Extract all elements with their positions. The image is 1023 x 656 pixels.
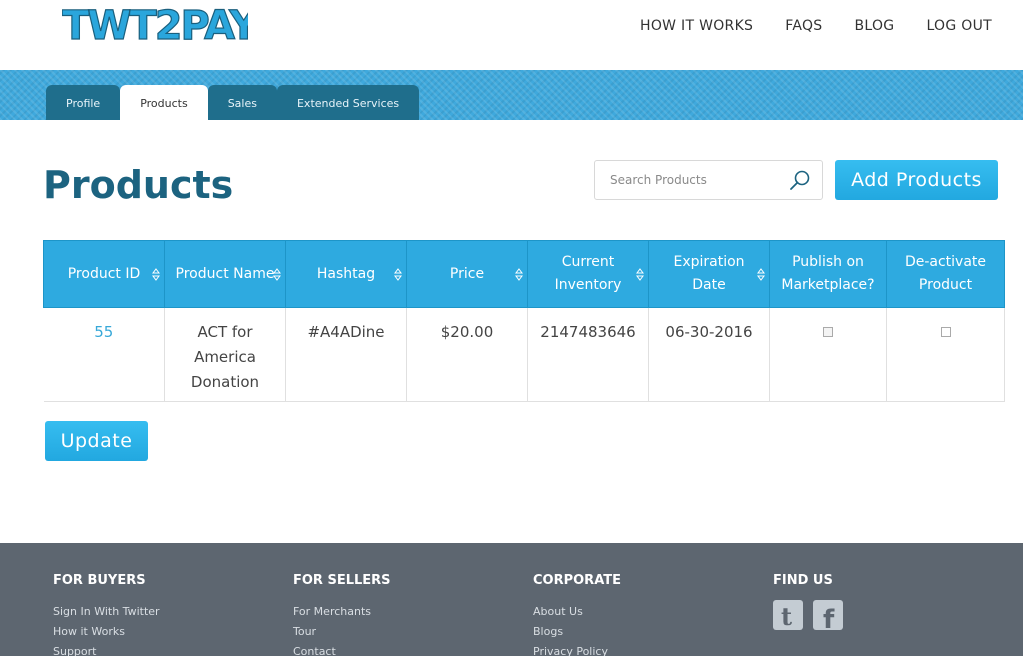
- cell-expiration: 06-30-2016: [648, 307, 770, 402]
- tab-extended-services[interactable]: Extended Services: [276, 85, 420, 120]
- site-header: TWT2PAY HOW IT WORKS FAQS BLOG LOG OUT: [0, 0, 1023, 70]
- col-header-deactivate: De-activate Product: [886, 240, 1005, 308]
- col-header-label: Product Name: [175, 265, 275, 282]
- cell-product-name: ACT for America Donation: [164, 307, 286, 402]
- footer-heading: FOR SELLERS: [293, 573, 391, 588]
- cell-publish: [769, 307, 887, 402]
- footer-link-about-us[interactable]: About Us: [533, 602, 621, 622]
- sort-icon[interactable]: [273, 268, 281, 281]
- main-nav: HOW IT WORKS FAQS BLOG LOG OUT: [640, 18, 992, 34]
- footer-link-blogs[interactable]: Blogs: [533, 622, 621, 642]
- account-tabs: Profile Products Sales Extended Services: [46, 85, 420, 120]
- footer-heading: FIND US: [773, 573, 833, 588]
- footer-heading: FOR BUYERS: [53, 573, 146, 588]
- footer-link-contact[interactable]: Contact: [293, 642, 391, 656]
- footer-link-support[interactable]: Support: [53, 642, 160, 656]
- footer-link-for-merchants[interactable]: For Merchants: [293, 602, 391, 622]
- svg-text:f: f: [823, 605, 835, 630]
- footer-col-corporate: CORPORATE About Us Blogs Privacy Policy: [533, 573, 621, 656]
- search-icon[interactable]: [788, 169, 812, 193]
- facebook-icon[interactable]: f: [813, 600, 843, 635]
- col-header-label: Price: [449, 265, 485, 282]
- col-header-expiration-date[interactable]: Expiration Date: [648, 240, 770, 308]
- page-title: Products: [43, 163, 234, 207]
- footer-link-how-it-works[interactable]: How it Works: [53, 622, 160, 642]
- publish-checkbox[interactable]: [823, 327, 833, 337]
- tab-sales[interactable]: Sales: [207, 85, 277, 120]
- cell-hashtag: #A4ADine: [285, 307, 407, 402]
- cell-inventory: 2147483646: [527, 307, 649, 402]
- product-id-link[interactable]: 55: [94, 323, 113, 341]
- col-header-product-id[interactable]: Product ID: [43, 240, 165, 308]
- col-header-publish: Publish on Marketplace?: [769, 240, 887, 308]
- svg-text:t: t: [781, 602, 792, 630]
- twt2pay-logo[interactable]: TWT2PAY: [62, 2, 248, 44]
- col-header-product-name[interactable]: Product Name: [164, 240, 286, 308]
- footer-link-tour[interactable]: Tour: [293, 622, 391, 642]
- col-header-label: Current Inventory: [554, 254, 622, 293]
- update-button[interactable]: Update: [45, 421, 148, 461]
- table-header-row: Product ID Product Name Hashtag Price Cu…: [43, 240, 1005, 308]
- sort-icon[interactable]: [152, 268, 160, 281]
- footer-link-sign-in-twitter[interactable]: Sign In With Twitter: [53, 602, 160, 622]
- col-header-hashtag[interactable]: Hashtag: [285, 240, 407, 308]
- cell-price: $20.00: [406, 307, 528, 402]
- cell-product-id: 55: [43, 307, 165, 402]
- footer-col-buyers: FOR BUYERS Sign In With Twitter How it W…: [53, 573, 160, 656]
- col-header-current-inventory[interactable]: Current Inventory: [527, 240, 649, 308]
- sort-icon[interactable]: [757, 268, 765, 281]
- col-header-label: De-activate Product: [904, 254, 987, 293]
- deactivate-checkbox[interactable]: [940, 327, 951, 337]
- col-header-label: Hashtag: [316, 265, 376, 282]
- footer-heading: CORPORATE: [533, 573, 621, 588]
- tab-profile[interactable]: Profile: [46, 85, 121, 120]
- nav-faqs[interactable]: FAQS: [785, 18, 822, 34]
- site-footer: FOR BUYERS Sign In With Twitter How it W…: [0, 543, 1023, 656]
- col-header-price[interactable]: Price: [406, 240, 528, 308]
- nav-how-it-works[interactable]: HOW IT WORKS: [640, 18, 753, 34]
- search-box: [594, 160, 823, 200]
- footer-col-sellers: FOR SELLERS For Merchants Tour Contact: [293, 573, 391, 656]
- tab-products[interactable]: Products: [120, 85, 208, 120]
- nav-blog[interactable]: BLOG: [854, 18, 894, 34]
- col-header-label: Expiration Date: [673, 254, 745, 293]
- col-header-label: Product ID: [67, 265, 141, 282]
- col-header-label: Publish on Marketplace?: [781, 254, 875, 293]
- footer-col-find-us: FIND US t f: [773, 573, 843, 635]
- cell-deactivate: [886, 307, 1005, 402]
- svg-text:TWT2PAY: TWT2PAY: [62, 3, 248, 44]
- nav-log-out[interactable]: LOG OUT: [926, 18, 992, 34]
- footer-link-privacy-policy[interactable]: Privacy Policy: [533, 642, 621, 656]
- twitter-icon[interactable]: t: [773, 600, 803, 631]
- add-products-button[interactable]: Add Products: [835, 160, 998, 200]
- social-links: t f: [773, 600, 843, 635]
- search-input[interactable]: [595, 161, 785, 199]
- table-row: 55 ACT for America Donation #A4ADine $20…: [43, 307, 1005, 402]
- sort-icon[interactable]: [515, 268, 523, 281]
- sort-icon[interactable]: [394, 268, 402, 281]
- sort-icon[interactable]: [636, 268, 644, 281]
- products-table: Product ID Product Name Hashtag Price Cu…: [43, 240, 1005, 402]
